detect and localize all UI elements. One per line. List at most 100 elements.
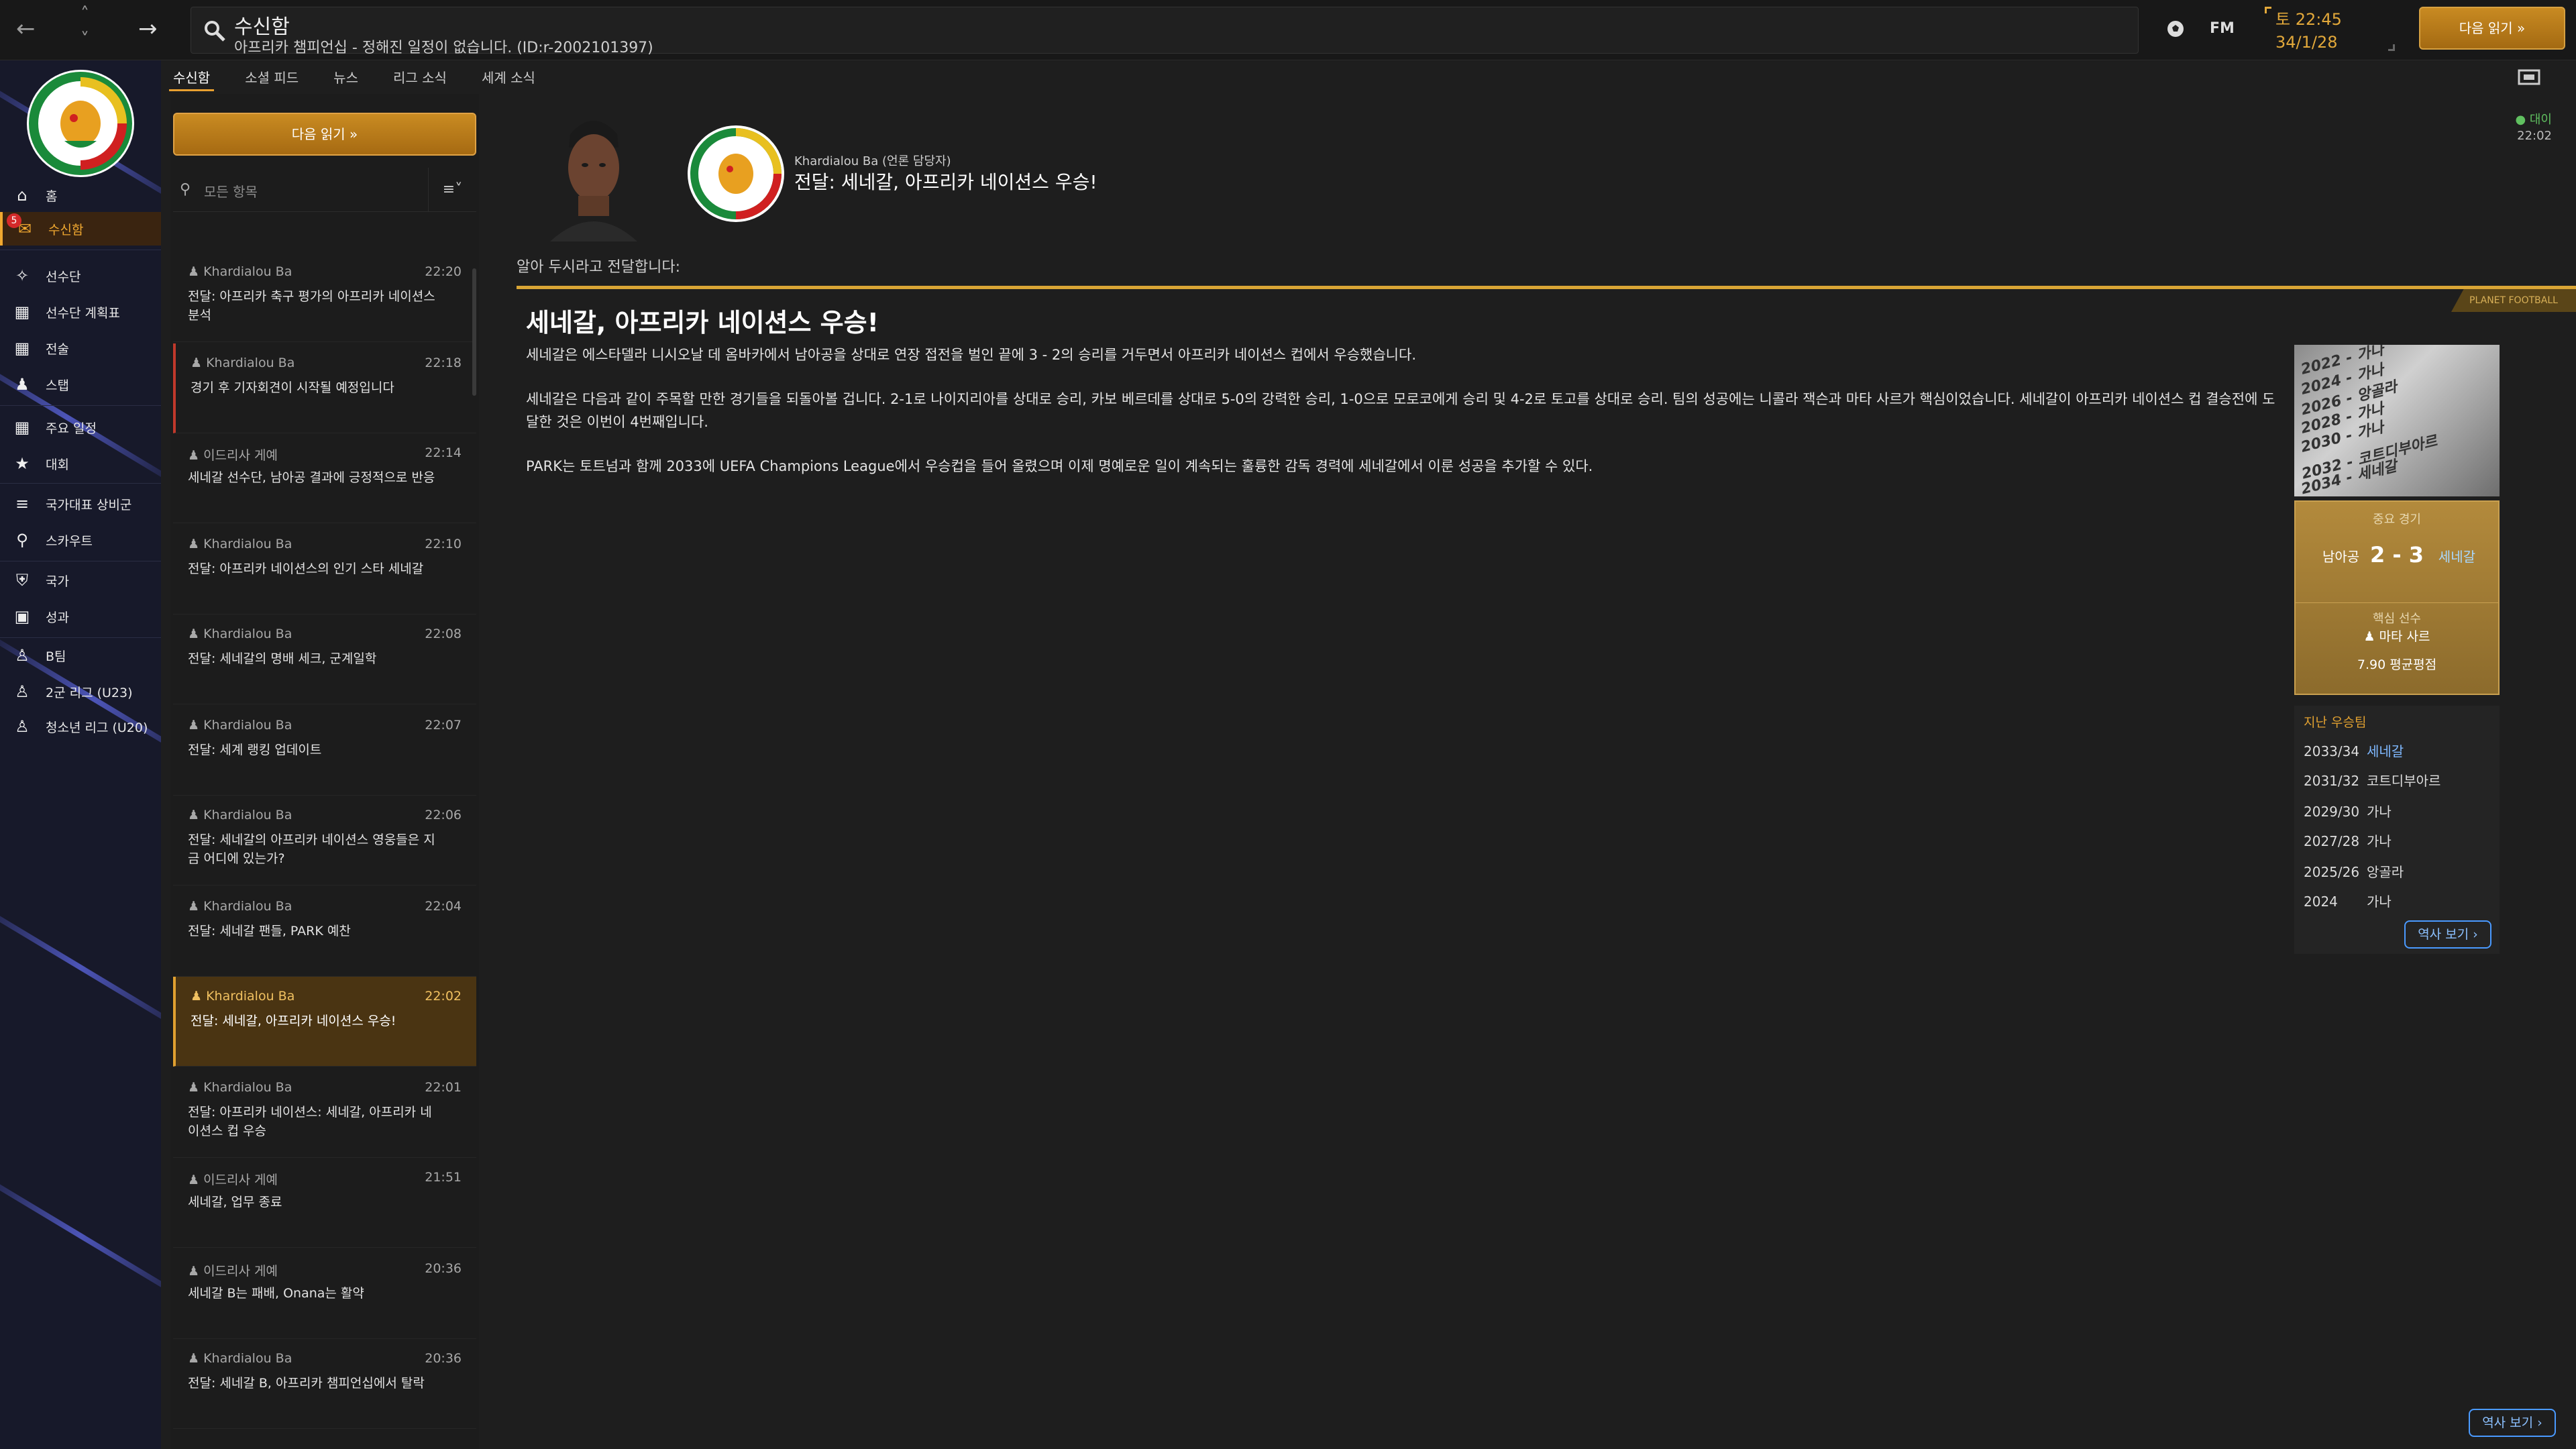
continue-button[interactable]: 다음 읽기 » <box>2419 7 2565 50</box>
message-from: Khardialou Ba (언론 담당자) <box>794 154 951 168</box>
game-clock[interactable]: 토 22:45 34/1/28 <box>2265 7 2395 54</box>
list-item[interactable]: ♟ Khardialou Ba 22:01 전달: 아프리카 네이션스: 세네갈… <box>173 1068 476 1158</box>
winner-team: 앙골라 <box>2367 864 2404 880</box>
list-item[interactable]: ♟ Khardialou Ba 22:18 경기 후 기자회견이 시작될 예정입… <box>173 343 476 433</box>
sender-name: Khardialou Ba <box>206 356 295 370</box>
winner-year: 2025/26 <box>2304 864 2360 880</box>
list-item[interactable]: ♟ Khardialou Ba 22:08 전달: 세네갈의 명배 세크, 군계… <box>173 614 476 704</box>
message-sender: ♟ Khardialou Ba <box>188 1080 292 1095</box>
footer-history-button[interactable]: 역사 보기 › <box>2469 1409 2556 1437</box>
sidebar-decor-stripe <box>0 892 161 1042</box>
message-subject: 전달: 세네갈 팬들, PARK 예찬 <box>188 924 351 938</box>
sidebar-item-label: 국가 <box>46 574 69 589</box>
sidebar-item-competitions[interactable]: ★ 대회 <box>0 447 161 480</box>
broadcast-icon[interactable] <box>2517 67 2541 87</box>
message-time: 22:07 <box>425 718 462 733</box>
list-item[interactable]: ♟ Khardialou Ba 20:36 전달: 세네갈 B, 아프리카 챔피… <box>173 1339 476 1429</box>
clock-day-time: 토 22:45 <box>2275 10 2342 29</box>
sidebar-item-staff[interactable]: ♟ 스탭 <box>0 368 161 401</box>
list-item[interactable]: ♟ 이드리사 게예 20:36 세네갈 B는 패배, Onana는 활약 <box>173 1249 476 1339</box>
winner-team: 가나 <box>2367 804 2392 820</box>
key-match-label: 중요 경기 <box>2373 513 2421 527</box>
sidebar-item-inbox[interactable]: 5 ✉ 수신함 <box>0 212 161 246</box>
tab-social-feed[interactable]: 소셜 피드 <box>241 66 303 91</box>
list-item[interactable]: ♟ Khardialou Ba 22:04 전달: 세네갈 팬들, PARK 예… <box>173 887 476 977</box>
senegal-crest-icon[interactable] <box>686 123 786 224</box>
message-time: 22:06 <box>425 808 462 822</box>
back-arrow-icon[interactable]: ← <box>16 17 36 40</box>
key-match-card[interactable]: 중요 경기 남아공 2 - 3 세네갈 핵심 선수 ♟ 마타 사르 7.90 평… <box>2294 500 2500 695</box>
message-timestamp: 22:02 <box>2517 129 2552 143</box>
sidebar-item-u20[interactable]: ♙ 청소년 리그 (U20) <box>0 710 161 743</box>
sidebar-item-label: 주요 일정 <box>46 421 97 436</box>
message-sender: ♟ Khardialou Ba <box>191 356 295 370</box>
list-item[interactable]: ♟ Khardialou Ba 22:10 전달: 아프리카 네이션스의 인기 … <box>173 525 476 614</box>
trophy-icon: ★ <box>15 454 30 473</box>
sidebar-item-squad[interactable]: ✧ 선수단 <box>0 259 161 292</box>
winner-team: 가나 <box>2367 833 2392 849</box>
list-item[interactable]: ♟ Khardialou Ba 22:07 전달: 세계 랭킹 업데이트 <box>173 706 476 796</box>
list-item[interactable]: ♟ 이드리사 게예 22:14 세네갈 선수단, 남아공 결과에 긍정적으로 반… <box>173 433 476 523</box>
tab-inbox[interactable]: 수신함 <box>169 66 215 91</box>
tab-world-news[interactable]: 세계 소식 <box>478 66 539 91</box>
filter-menu-icon[interactable]: ≡˅ <box>428 168 476 212</box>
chevron-up-icon[interactable]: ˄ <box>80 5 89 23</box>
sidebar-item-tactics[interactable]: ▦ 전술 <box>0 331 161 365</box>
tab-league-news[interactable]: 리그 소식 <box>389 66 451 91</box>
shirt-icon: ✧ <box>15 266 30 285</box>
view-history-button[interactable]: 역사 보기 › <box>2404 920 2491 949</box>
sidebar-item-nation[interactable]: ⛨ 국가 <box>0 564 161 597</box>
sender-name: 이드리사 게예 <box>203 1173 278 1187</box>
message-sender: ♟ Khardialou Ba <box>191 989 295 1004</box>
winner-team-link[interactable]: 세네갈 <box>2367 743 2404 759</box>
search-bar[interactable]: 수신함 아프리카 챔피언십 - 정해진 일정이 없습니다. (ID:r-2002… <box>191 7 2139 56</box>
search-subtitle: 아프리카 챔피언십 - 정해진 일정이 없습니다. (ID:r-20021013… <box>234 40 653 56</box>
team-icon: ♙ <box>15 682 30 701</box>
sidebar-item-u23[interactable]: ♙ 2군 리그 (U23) <box>0 675 161 708</box>
list-item[interactable]: ♟ 이드리사 게예 21:51 세네갈, 업무 종료 <box>173 1158 476 1248</box>
forward-intro: 알아 두시라고 전달합니다: <box>517 259 681 276</box>
message-time: 22:14 <box>425 445 462 460</box>
sidebar-item-home[interactable]: ⌂ 홈 <box>0 178 161 212</box>
key-player[interactable]: ♟ 마타 사르 <box>2296 627 2498 645</box>
chevron-down-icon[interactable]: ˅ <box>80 31 89 48</box>
home-icon: ⌂ <box>17 186 28 205</box>
list-icon: ≡ <box>15 494 30 513</box>
sidebar-item-schedule[interactable]: ▦ 주요 일정 <box>0 411 161 444</box>
unread-indicator[interactable]: ● 대이 <box>2515 110 2552 127</box>
message-list-scrollbar[interactable] <box>472 268 476 396</box>
sender-portrait[interactable] <box>543 107 644 241</box>
sidebar-item-scouting[interactable]: ⚲ 스카우트 <box>0 523 161 557</box>
sidebar: ⌂ 홈 5 ✉ 수신함 ✧ 선수단 ▦ 선수단 계획표 ▦ 전술 ♟ 스탭 ▦ … <box>0 60 161 1449</box>
list-item[interactable]: ♟ Khardialou Ba 22:06 전달: 세네갈의 아프리카 네이션스… <box>173 796 476 885</box>
senegal-federation-crest[interactable] <box>24 67 137 180</box>
fm-logo[interactable]: FM <box>2210 20 2235 37</box>
sidebar-item-national-pool[interactable]: ≡ 국가대표 상비군 <box>0 487 161 521</box>
sidebar-divider <box>0 637 161 638</box>
clock-bracket-top <box>2265 7 2271 13</box>
inbox-tabs: 수신함 소셜 피드 뉴스 리그 소식 세계 소식 <box>169 66 566 93</box>
tab-news[interactable]: 뉴스 <box>329 66 362 91</box>
sidebar-item-b-team[interactable]: ♙ B팀 <box>0 639 161 672</box>
message-subject: 전달: 아프리카 네이션스의 인기 스타 세네갈 <box>188 561 424 576</box>
message-search-input[interactable]: 모든 항목 <box>204 181 258 201</box>
message-time: 22:18 <box>425 356 462 370</box>
winner-row: 2033/34 세네갈 <box>2304 741 2404 760</box>
message-sender: ♟ Khardialou Ba <box>188 1351 292 1366</box>
winner-year: 2027/28 <box>2304 833 2360 849</box>
away-team[interactable]: 세네갈 <box>2438 546 2475 566</box>
article-title: 세네갈, 아프리카 네이션스 우승! <box>526 308 879 337</box>
sidebar-item-squad-planner[interactable]: ▦ 선수단 계획표 <box>0 295 161 329</box>
sidebar-item-label: 스카우트 <box>46 533 93 549</box>
list-item[interactable]: ♟ Khardialou Ba 22:20 전달: 아프리카 축구 평가의 아프… <box>173 252 476 342</box>
list-item-selected[interactable]: ♟ Khardialou Ba 22:02 전달: 세네갈, 아프리카 네이션스… <box>173 977 476 1067</box>
message-time: 20:36 <box>425 1261 462 1276</box>
message-subject: 전달: 세네갈, 아프리카 네이션스 우승! <box>191 1014 396 1028</box>
forward-arrow-icon[interactable]: → <box>138 17 158 40</box>
sidebar-item-label: 스탭 <box>46 378 69 393</box>
sidebar-item-label: 수신함 <box>48 222 84 237</box>
message-subject: 전달: 아프리카 네이션스: 세네갈, 아프리카 네이션스 컵 우승 <box>188 1105 432 1138</box>
sidebar-item-performance[interactable]: ▣ 성과 <box>0 600 161 633</box>
list-continue-button[interactable]: 다음 읽기 » <box>173 113 476 156</box>
football-icon[interactable] <box>2165 19 2186 39</box>
